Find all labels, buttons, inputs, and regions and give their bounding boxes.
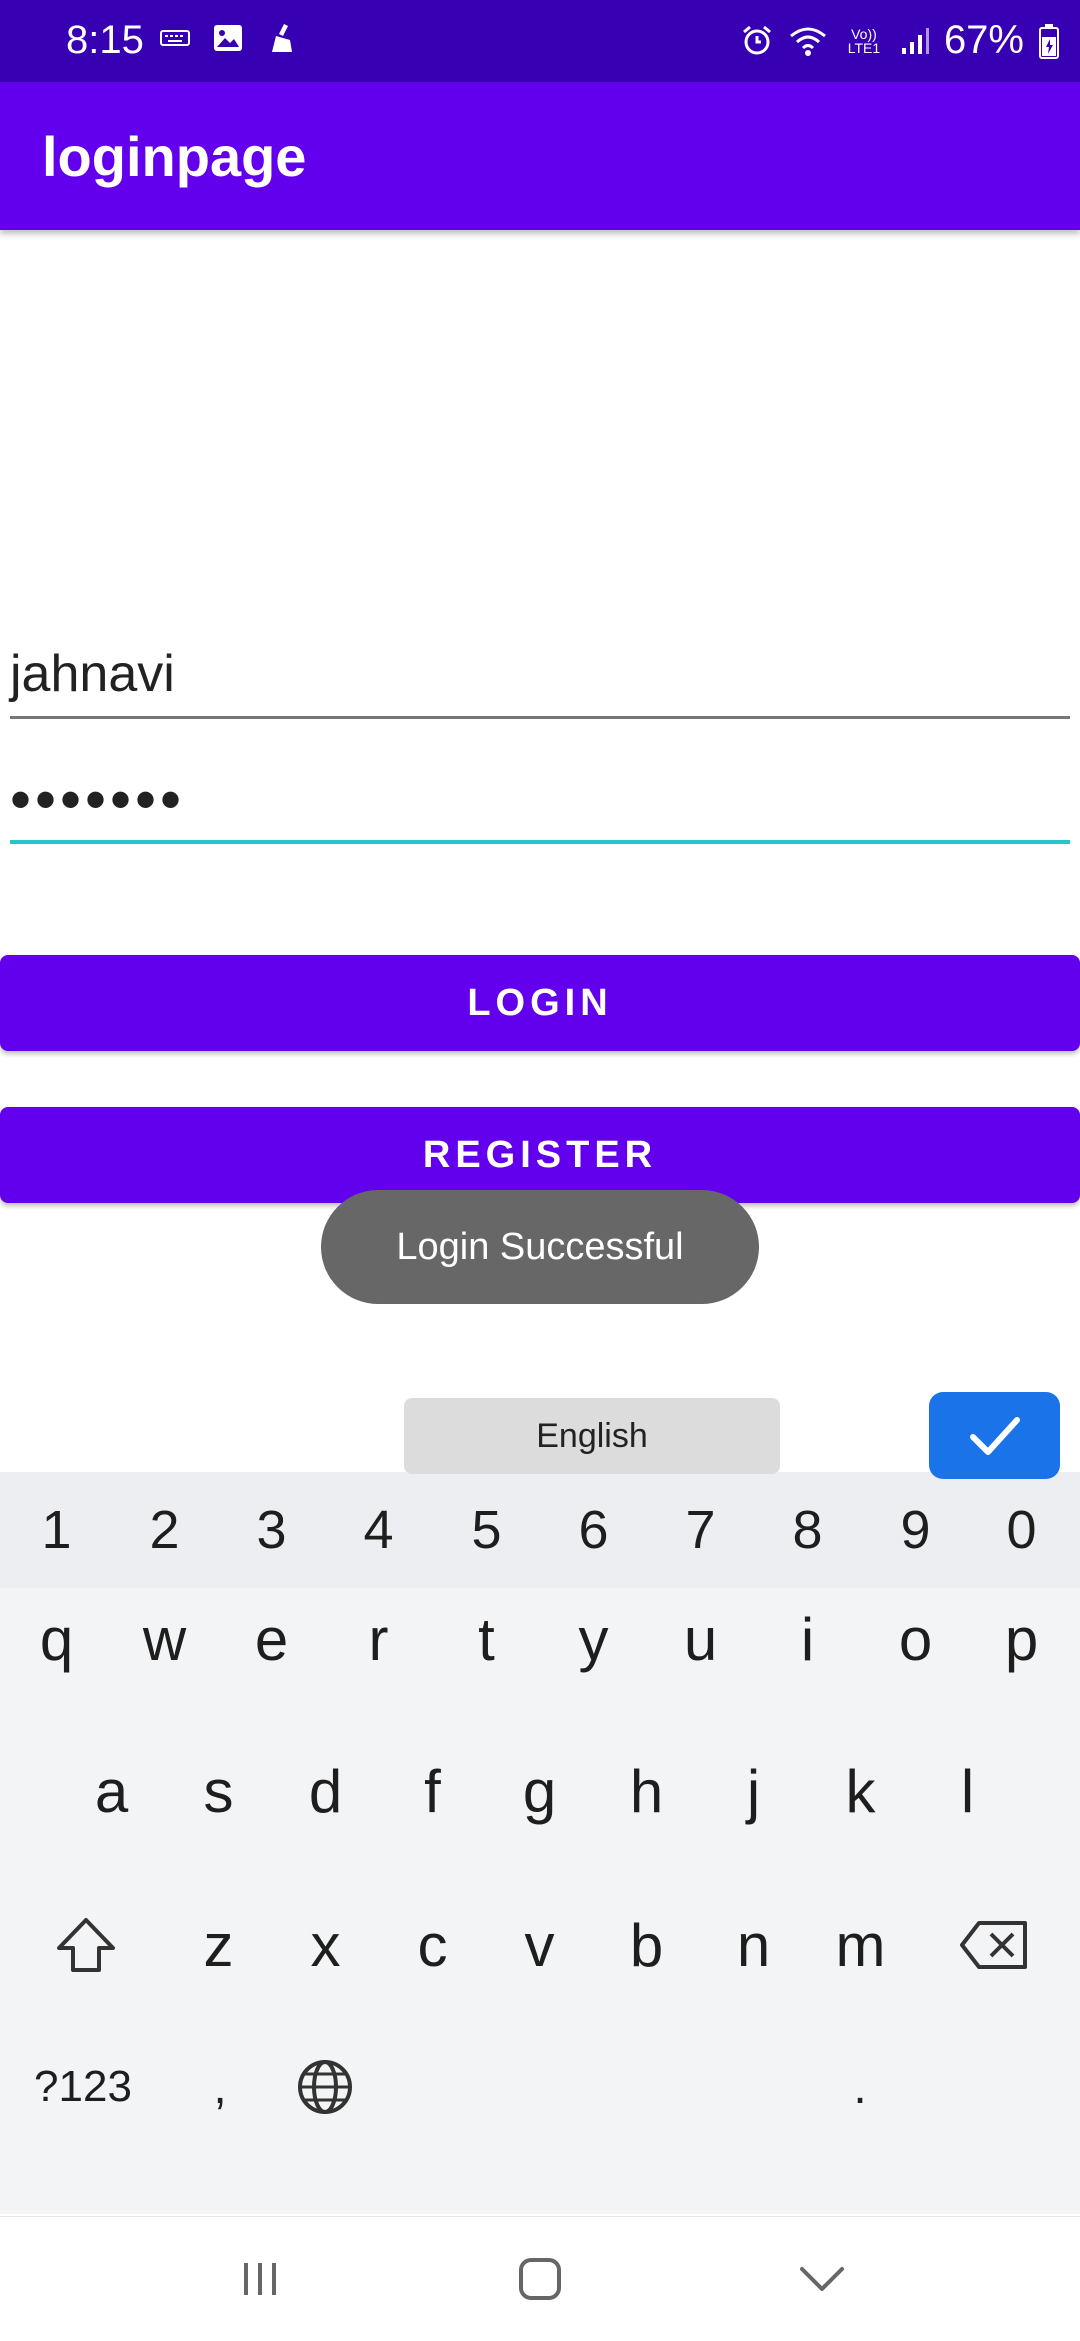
key-a[interactable]: a bbox=[58, 1716, 165, 1866]
keyboard-icon bbox=[160, 30, 190, 46]
key-s[interactable]: s bbox=[165, 1716, 272, 1866]
home-icon bbox=[519, 2258, 561, 2300]
period-key[interactable]: . bbox=[820, 2032, 900, 2142]
key-t[interactable]: t bbox=[433, 1564, 540, 1714]
backspace-icon bbox=[959, 1921, 1027, 1969]
username-field[interactable]: jahnavi bbox=[10, 640, 1070, 719]
wifi-icon bbox=[789, 27, 826, 56]
app-bar: loginpage bbox=[0, 82, 1080, 230]
password-field[interactable]: ••••••• bbox=[10, 766, 1070, 844]
network-type-label: Vo)) LTE1 bbox=[847, 25, 881, 56]
key-l[interactable]: l bbox=[914, 1716, 1021, 1866]
recents-icon bbox=[244, 2263, 276, 2295]
check-icon bbox=[969, 1416, 1020, 1455]
key-r[interactable]: r bbox=[325, 1564, 432, 1714]
backspace-key[interactable] bbox=[940, 1870, 1047, 2020]
cleaner-icon bbox=[272, 24, 292, 52]
login-button[interactable]: LOGIN bbox=[0, 955, 1080, 1051]
key-d[interactable]: d bbox=[272, 1716, 379, 1866]
status-bar: 8:15 Vo)) LTE1 67% bbox=[0, 0, 1080, 82]
app-title: loginpage bbox=[42, 125, 307, 188]
key-f[interactable]: f bbox=[379, 1716, 486, 1866]
key-p[interactable]: p bbox=[968, 1564, 1075, 1714]
key-o[interactable]: o bbox=[862, 1564, 969, 1714]
key-m[interactable]: m bbox=[807, 1870, 914, 2020]
status-time: 8:15 bbox=[66, 18, 144, 62]
battery-percentage: 67% bbox=[943, 18, 1024, 62]
battery-icon bbox=[1039, 23, 1059, 59]
alarm-icon bbox=[742, 25, 771, 54]
key-n[interactable]: n bbox=[700, 1870, 807, 2020]
image-icon bbox=[214, 25, 242, 51]
key-j[interactable]: j bbox=[700, 1716, 807, 1866]
key-k[interactable]: k bbox=[807, 1716, 914, 1866]
back-button[interactable] bbox=[762, 2217, 882, 2341]
key-y[interactable]: y bbox=[540, 1564, 647, 1714]
toast-message: Login Successful bbox=[321, 1190, 759, 1304]
shift-icon bbox=[56, 1918, 115, 1972]
key-u[interactable]: u bbox=[647, 1564, 754, 1714]
recents-button[interactable] bbox=[200, 2217, 320, 2341]
shift-key[interactable] bbox=[32, 1870, 139, 2020]
password-value: ••••••• bbox=[10, 766, 186, 833]
language-key[interactable] bbox=[285, 2032, 365, 2142]
globe-icon bbox=[298, 2060, 352, 2114]
key-q[interactable]: q bbox=[3, 1564, 110, 1714]
navigation-bar bbox=[0, 2216, 1080, 2341]
key-c[interactable]: c bbox=[379, 1870, 486, 2020]
space-key[interactable]: English bbox=[404, 1398, 780, 1474]
symbols-key[interactable]: ?123 bbox=[18, 2032, 148, 2142]
key-w[interactable]: w bbox=[111, 1564, 218, 1714]
soft-keyboard: 1 2 3 4 5 6 7 8 9 0 q w e r t y u i o p … bbox=[0, 1472, 1080, 2214]
signal-icon bbox=[901, 27, 929, 54]
status-right-icons: Vo)) LTE1 67% bbox=[740, 18, 1060, 63]
key-v[interactable]: v bbox=[486, 1870, 593, 2020]
comma-key[interactable]: , bbox=[180, 2032, 260, 2142]
username-value: jahnavi bbox=[10, 645, 175, 703]
key-e[interactable]: e bbox=[218, 1564, 325, 1714]
enter-key[interactable] bbox=[929, 1392, 1060, 1479]
notification-icons bbox=[160, 22, 298, 54]
key-i[interactable]: i bbox=[754, 1564, 861, 1714]
register-button[interactable]: REGISTER bbox=[0, 1107, 1080, 1203]
chevron-down-icon bbox=[800, 2267, 844, 2291]
key-h[interactable]: h bbox=[593, 1716, 700, 1866]
key-x[interactable]: x bbox=[272, 1870, 379, 2020]
key-b[interactable]: b bbox=[593, 1870, 700, 2020]
home-button[interactable] bbox=[480, 2217, 600, 2341]
key-z[interactable]: z bbox=[165, 1870, 272, 2020]
key-g[interactable]: g bbox=[486, 1716, 593, 1866]
